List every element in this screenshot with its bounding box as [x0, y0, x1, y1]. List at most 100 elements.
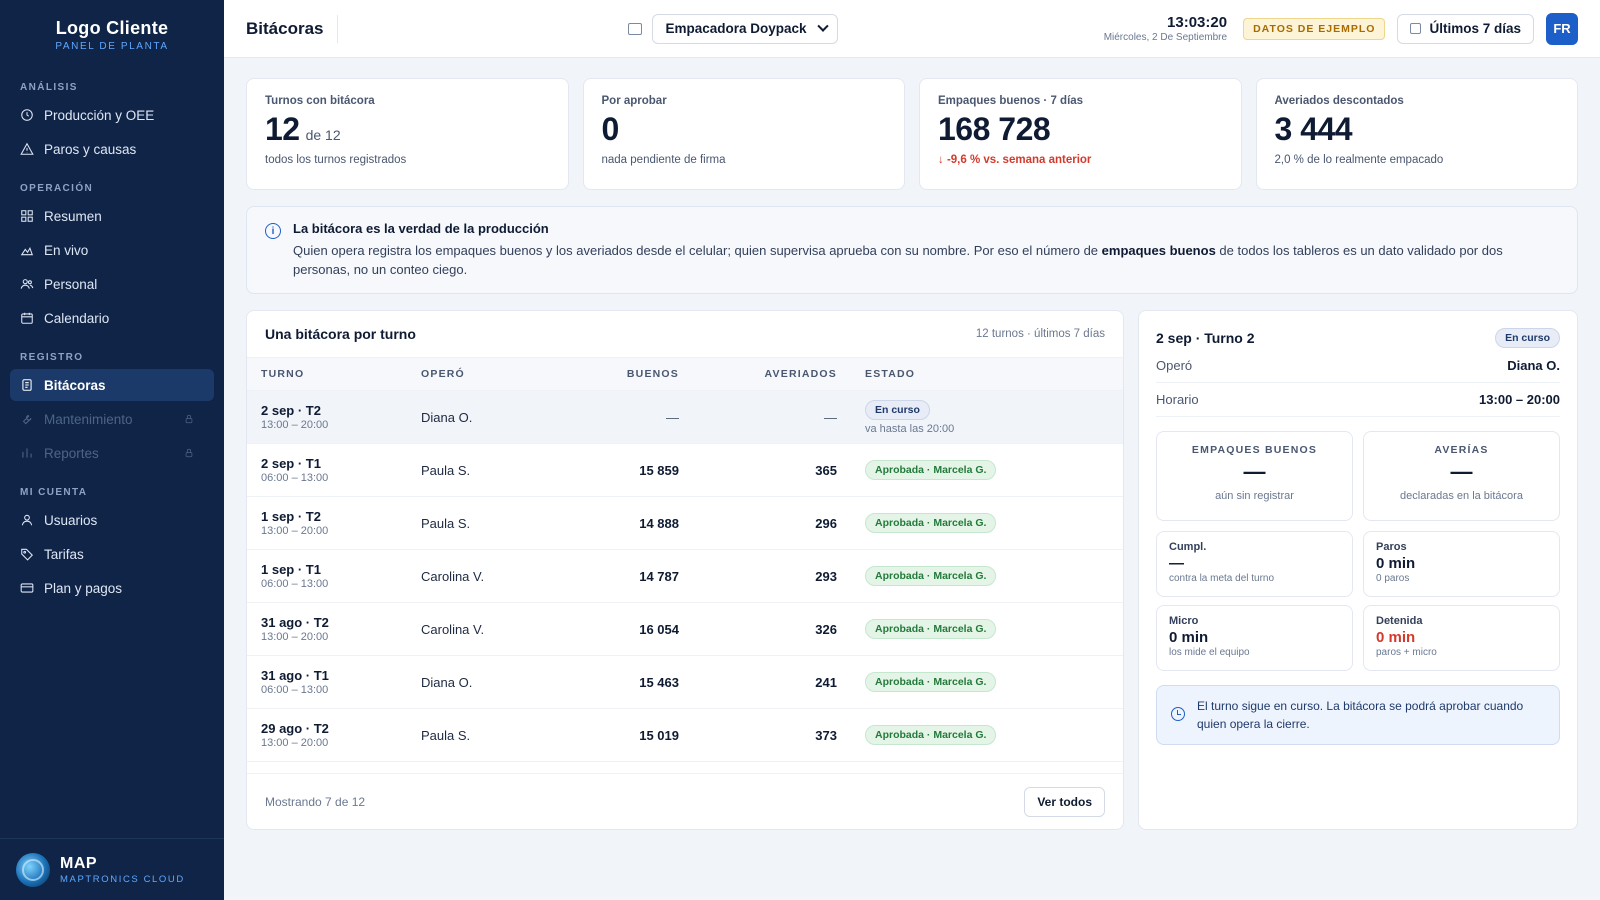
small-stat: Cumpl. — contra la meta del turno: [1156, 531, 1353, 597]
sidebar-item-personal[interactable]: Personal: [10, 268, 214, 300]
main: Bitácoras Empacadora Doypack 13:03:20 Mi…: [224, 0, 1600, 900]
turn-hours: 06:00 – 13:00: [261, 684, 329, 696]
machine-select[interactable]: Empacadora Doypack: [652, 13, 838, 44]
kpi-value: 12 de 12: [265, 111, 550, 148]
turn-cell: 1 sep · T2 13:00 – 20:00: [261, 509, 421, 537]
table-row[interactable]: 31 ago · T1 06:00 – 13:00 Diana O. 15 463 24…: [247, 656, 1123, 709]
operator-label: Operó: [1156, 358, 1193, 373]
status-sub: va hasta las 20:00: [865, 422, 955, 435]
good-cell: 15 019: [639, 727, 679, 743]
sidebar-item-label: Resumen: [44, 208, 102, 224]
users-icon: [20, 277, 34, 291]
turn-cell: 31 ago · T2 13:00 – 20:00: [261, 615, 421, 643]
turn-label: 31 ago · T1: [261, 668, 329, 683]
sidebar-item-resumen[interactable]: Resumen: [10, 200, 214, 232]
sidebar-item-label: Calendario: [44, 310, 110, 326]
table-row[interactable]: 2 sep · T2 13:00 – 20:00 Diana O. — — En curs…: [247, 391, 1123, 444]
sidebar-item-calendario[interactable]: Calendario: [10, 302, 214, 334]
chevron-down-icon: [816, 20, 829, 32]
table-meta: 12 turnos · últimos 7 días: [975, 328, 1105, 340]
sidebar-item-tarifas[interactable]: Tarifas: [10, 538, 214, 570]
good-cell: —: [666, 409, 679, 425]
small-stat: Micro 0 min los mide el equipo: [1156, 605, 1353, 671]
stat-label: EMPAQUES BUENOS: [1191, 444, 1318, 456]
kpi-card: Por aprobar 0 nada pendiente de firma: [582, 78, 905, 190]
footer-subtitle: MAPTRONICS CLOUD: [60, 873, 185, 885]
kpi-label: Averiados descontados: [1274, 95, 1404, 107]
sidebar-item-label: Paros y causas: [44, 141, 137, 157]
banner-text-part: Quien opera registra los empaques buenos…: [293, 243, 1102, 258]
turn-hours: 06:00 – 13:00: [261, 472, 329, 484]
see-all-button[interactable]: Ver todos: [1024, 786, 1105, 817]
big-stats: EMPAQUES BUENOS — aún sin registrar AVER…: [1156, 431, 1560, 521]
table-row[interactable]: 31 ago · T2 13:00 – 20:00 Carolina V. 16 05…: [247, 603, 1123, 656]
table-row[interactable]: 1 sep · T2 13:00 – 20:00 Paula S. 14 888 296…: [247, 497, 1123, 550]
kpi-card: Averiados descontados 3 444 2,0 % de lo re…: [1255, 78, 1578, 190]
tag-icon: [20, 547, 34, 561]
machine-icon: [628, 22, 643, 35]
stat-value: 0 min: [1376, 555, 1416, 572]
column-header-turno: TURNO: [261, 368, 305, 380]
wrench-icon: [20, 412, 34, 426]
column-header-averiados: AVERIADOS: [764, 368, 837, 380]
status-badge: En curso: [865, 399, 930, 420]
clock: 13:03:20 Miércoles, 2 De Septiembre: [1104, 14, 1227, 43]
user-avatar[interactable]: FR: [1546, 12, 1578, 45]
good-cell: 15 463: [639, 674, 679, 690]
calendar-icon: [1410, 23, 1422, 34]
kpi-label: Turnos con bitácora: [265, 95, 375, 107]
sidebar-item-bitacoras[interactable]: Bitácoras: [10, 369, 214, 401]
table-row[interactable]: 29 ago · T2 13:00 – 20:00 Paula S. 15 019 37…: [247, 709, 1123, 762]
info-banner: i La bitácora es la verdad de la producc…: [246, 206, 1578, 294]
damaged-cell: 365: [815, 462, 837, 478]
stat-sub: los mide el equipo: [1169, 647, 1250, 658]
warning-icon: [20, 142, 34, 156]
detail-operator: Operó Diana O.: [1156, 349, 1560, 383]
table-row[interactable]: 1 sep · T1 06:00 – 13:00 Carolina V. 14 787…: [247, 550, 1123, 603]
turn-hours: 13:00 – 20:00: [261, 419, 329, 431]
turn-label: 2 sep · T2: [261, 403, 321, 418]
demo-data-badge: DATOS DE EJEMPLO: [1243, 17, 1386, 40]
sidebar-item-paros-y-causas[interactable]: Paros y causas: [10, 133, 214, 165]
damaged-cell: 373: [815, 727, 837, 743]
good-cell: 16 054: [639, 621, 679, 637]
detail-schedule: Horario 13:00 – 20:00: [1156, 383, 1560, 417]
date-range-button[interactable]: Últimos 7 días: [1397, 13, 1534, 44]
clipboard-icon: [20, 378, 34, 392]
operator-value: Diana O.: [1507, 358, 1560, 373]
clock-icon: [1171, 707, 1185, 721]
status-badge: Aprobada · Marcela G.: [865, 619, 997, 639]
table-row[interactable]: 2 sep · T1 06:00 – 13:00 Paula S. 15 859 365…: [247, 444, 1123, 497]
sidebar-item-en-vivo[interactable]: En vivo: [10, 234, 214, 266]
grid-icon: [20, 209, 34, 223]
damage-stat: AVERÍAS — declaradas en la bitácora: [1363, 431, 1560, 521]
sidebar: Logo Cliente PANEL DE PLANTA ANÁLISIS Pro…: [0, 0, 224, 900]
machine-select-value: Empacadora Doypack: [665, 21, 807, 36]
status-badge: Aprobada · Marcela G.: [865, 460, 997, 480]
notice-text: El turno sigue en curso. La bitácora se …: [1197, 699, 1524, 731]
status-cell: Aprobada · Marcela G.: [837, 725, 1109, 745]
detail-title: 2 sep · Turno 2: [1156, 330, 1255, 346]
detail-header: 2 sep · Turno 2 En curso: [1156, 327, 1560, 349]
status-cell: Aprobada · Marcela G.: [837, 513, 1109, 533]
sidebar-item-label: Tarifas: [44, 546, 84, 562]
sidebar-item-plan-y-pagos[interactable]: Plan y pagos: [10, 572, 214, 604]
operator-cell: Paula S.: [421, 462, 471, 478]
status-badge: Aprobada · Marcela G.: [865, 566, 997, 586]
banner-text: Quien opera registra los empaques buenos…: [293, 241, 1559, 279]
clock-date: Miércoles, 2 De Septiembre: [1103, 32, 1228, 43]
banner-title: La bitácora es la verdad de la producció…: [293, 221, 549, 236]
sidebar-item-label: En vivo: [44, 242, 89, 258]
stat-label: AVERÍAS: [1434, 444, 1489, 456]
schedule-label: Horario: [1156, 392, 1199, 407]
content: Turnos con bitácora 12 de 12 todos los turn…: [224, 58, 1600, 830]
kpi-of: de 12: [305, 127, 341, 143]
sidebar-item-usuarios[interactable]: Usuarios: [10, 504, 214, 536]
small-stats-grid: Cumpl. — contra la meta del turno Paros 0 mi…: [1156, 531, 1560, 671]
sidebar-item-produccion-y-oee[interactable]: Producción y OEE: [10, 99, 214, 131]
turn-label: 31 ago · T2: [261, 615, 329, 630]
damaged-cell: 296: [815, 515, 837, 531]
status-badge: Aprobada · Marcela G.: [865, 513, 997, 533]
bar-chart-icon: [20, 446, 34, 460]
stat-label: Micro: [1169, 615, 1199, 627]
